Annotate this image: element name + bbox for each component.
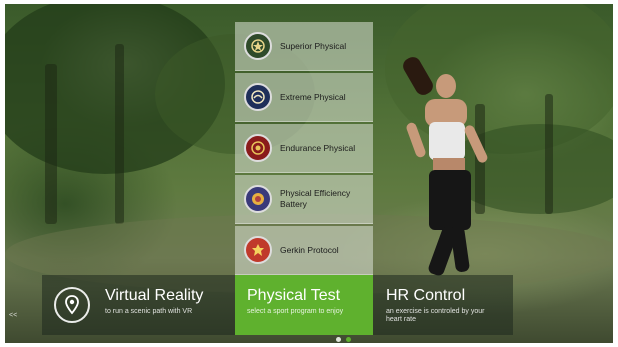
runner-top [429, 122, 465, 160]
hr-control-subtitle: an exercise is controled by your heart r… [386, 308, 485, 323]
fire-department-seal-icon [244, 236, 272, 264]
menu-item-superior-physical[interactable]: Superior Physical [235, 22, 373, 71]
marine-corps-seal-icon [244, 134, 272, 162]
bottom-navigation: Virtual Reality to run a scenic path wit… [5, 275, 613, 335]
physical-test-tile[interactable]: Physical Test select a sport program to … [235, 275, 373, 335]
runner-pants [429, 170, 471, 230]
menu-item-label: Physical Efficiency Battery [280, 188, 351, 209]
virtual-reality-tile[interactable]: Virtual Reality to run a scenic path wit… [42, 275, 235, 335]
army-seal-icon [244, 32, 272, 60]
pagination-dot-active[interactable] [346, 337, 351, 342]
tree-trunk [545, 94, 553, 214]
menu-item-extreme-physical[interactable]: Extreme Physical [235, 73, 373, 122]
tree-trunk [115, 44, 124, 224]
hr-control-tile[interactable]: HR Control an exercise is controled by y… [373, 275, 513, 335]
menu-item-gerkin-protocol[interactable]: Gerkin Protocol [235, 226, 373, 275]
virtual-reality-subtitle: to run a scenic path with VR [105, 308, 193, 315]
physical-test-title: Physical Test [247, 287, 341, 304]
background-scene: Superior Physical Extreme Physical Endur… [5, 4, 613, 343]
navy-seal-icon [244, 83, 272, 111]
physical-test-subtitle: select a sport program to enjoy [247, 308, 344, 315]
back-button[interactable]: << [9, 312, 17, 319]
runner-head [436, 74, 456, 98]
menu-item-physical-efficiency-battery[interactable]: Physical Efficiency Battery [235, 175, 373, 224]
hr-control-title: HR Control [386, 287, 466, 304]
pagination-dots [336, 337, 351, 342]
physical-test-menu: Superior Physical Extreme Physical Endur… [235, 22, 373, 278]
menu-item-label: Gerkin Protocol [280, 244, 339, 255]
menu-item-label: Superior Physical [280, 40, 347, 51]
menu-item-label: Endurance Physical [280, 142, 356, 153]
menu-item-endurance-physical[interactable]: Endurance Physical [235, 124, 373, 173]
pagination-dot[interactable] [336, 337, 341, 342]
tree-trunk [45, 64, 57, 224]
menu-item-label: Extreme Physical [280, 91, 346, 102]
virtual-reality-title: Virtual Reality [105, 287, 204, 304]
location-pin-icon [54, 287, 90, 323]
police-seal-icon [244, 185, 272, 213]
